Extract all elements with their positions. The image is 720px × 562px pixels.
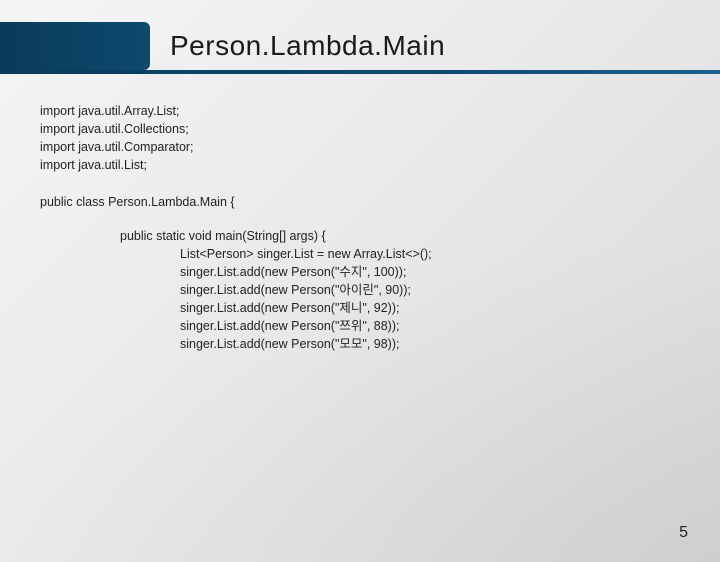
code-line: singer.List.add(new Person("아이린", 90)); bbox=[180, 281, 680, 299]
title-accent-block bbox=[0, 22, 150, 70]
class-declaration: public class Person.Lambda.Main { bbox=[40, 193, 680, 211]
code-content: import java.util.Array.List; import java… bbox=[0, 74, 720, 374]
import-line: import java.util.Array.List; bbox=[40, 102, 680, 120]
code-line: singer.List.add(new Person("쯔위", 88)); bbox=[180, 317, 680, 335]
import-line: import java.util.List; bbox=[40, 156, 680, 174]
import-block: import java.util.Array.List; import java… bbox=[40, 102, 680, 175]
slide-title: Person.Lambda.Main bbox=[170, 30, 445, 62]
code-line: singer.List.add(new Person("제니", 92)); bbox=[180, 299, 680, 317]
code-line: List<Person> singer.List = new Array.Lis… bbox=[180, 245, 680, 263]
title-bar: Person.Lambda.Main bbox=[0, 22, 720, 70]
page-number: 5 bbox=[679, 524, 688, 542]
method-body: List<Person> singer.List = new Array.Lis… bbox=[120, 245, 680, 354]
code-line: singer.List.add(new Person("모모", 98)); bbox=[180, 335, 680, 353]
import-line: import java.util.Comparator; bbox=[40, 138, 680, 156]
code-line: singer.List.add(new Person("수지", 100)); bbox=[180, 263, 680, 281]
import-line: import java.util.Collections; bbox=[40, 120, 680, 138]
method-block: public static void main(String[] args) {… bbox=[40, 227, 680, 354]
method-signature: public static void main(String[] args) { bbox=[120, 227, 680, 245]
